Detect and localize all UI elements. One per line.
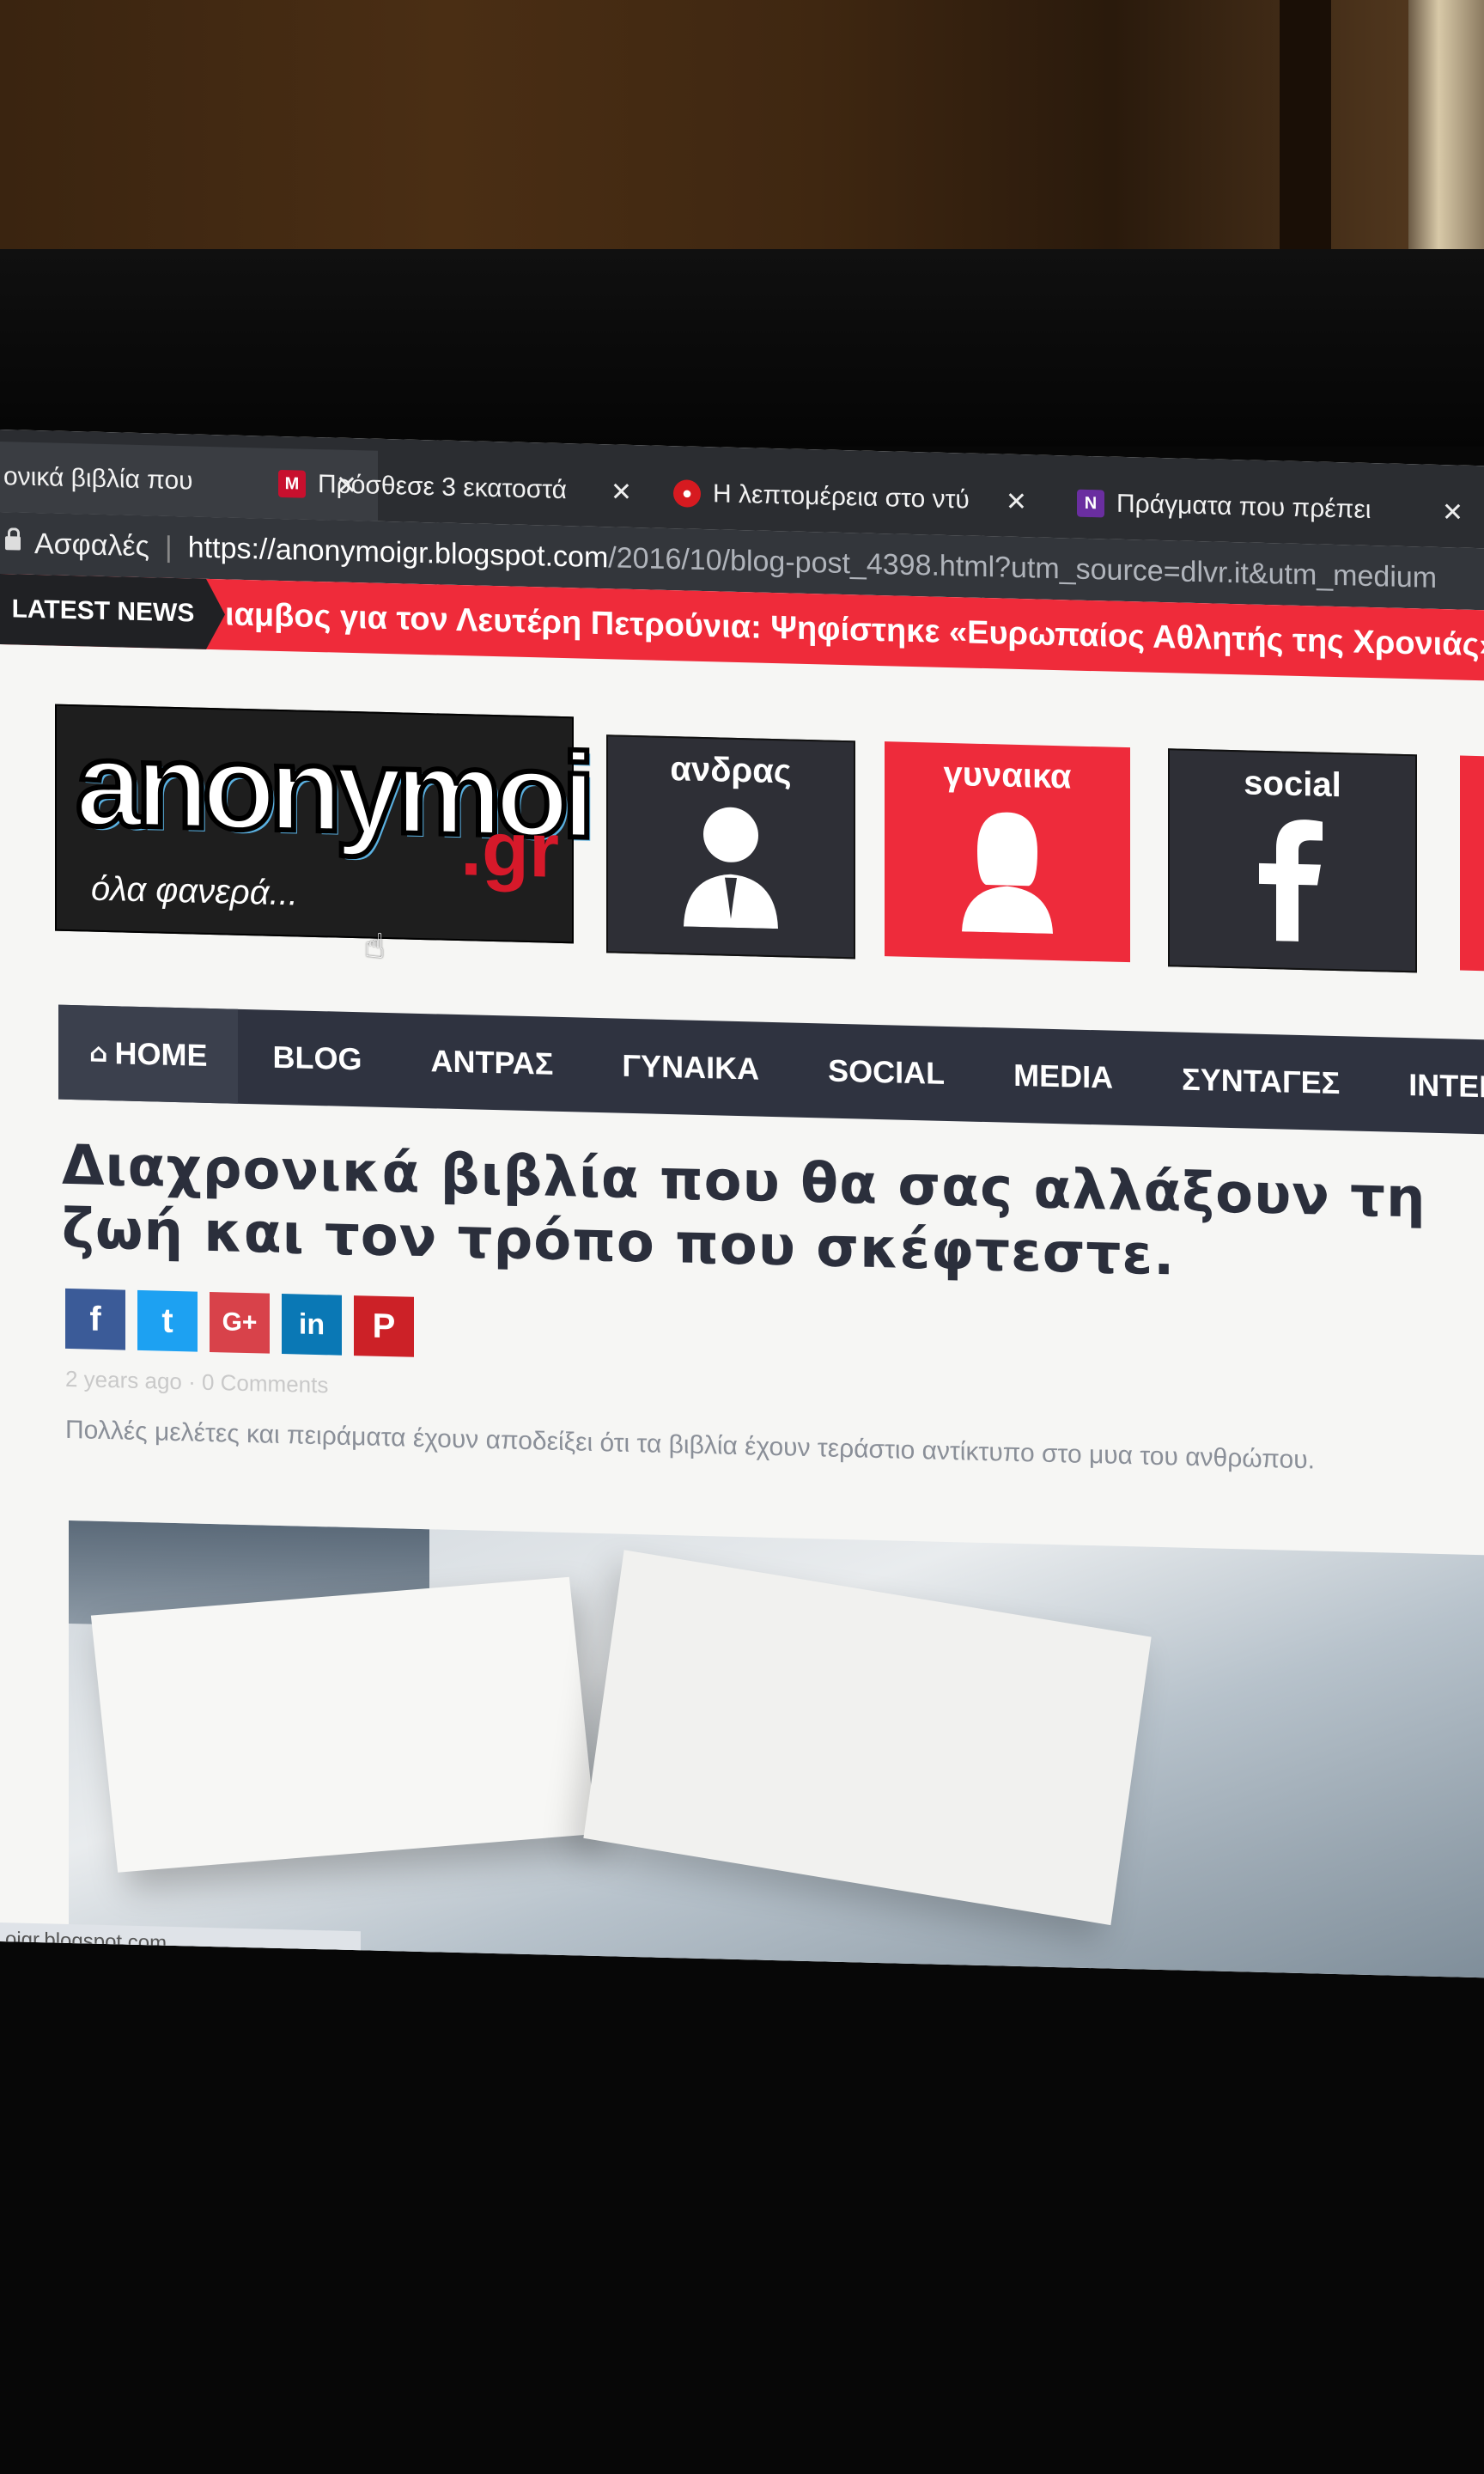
book-page-left xyxy=(90,1576,597,1873)
screen: ονικά βιβλία που ✕ M Πρόσθεσε 3 εκατοστά… xyxy=(0,430,1484,1978)
tab-title: Πράγματα που πρέπει xyxy=(1116,489,1371,525)
n-favicon-icon: N xyxy=(1077,489,1104,518)
close-icon[interactable]: ✕ xyxy=(611,477,632,508)
address-separator: | xyxy=(164,530,173,564)
category-partial[interactable] xyxy=(1460,755,1484,972)
main-nav: ⌂ HOME BLOG ΑΝΤΡΑΣ ΓΥΝΑΙΚΑ SOCIAL MEDIA … xyxy=(58,1004,1484,1136)
google-plus-share-button[interactable]: G+ xyxy=(210,1291,270,1354)
monitor-bezel-top xyxy=(0,249,1484,447)
nav-home[interactable]: ⌂ HOME xyxy=(58,1004,239,1104)
category-label: γυναικα xyxy=(943,754,1072,796)
web-page: LATEST NEWS ιαμβος για τον Λευτέρη Πετρο… xyxy=(0,574,1484,1978)
tab[interactable]: ● Η λεπτομέρεια στο ντύ ✕ xyxy=(653,458,1048,538)
nav-men[interactable]: ΑΝΤΡΑΣ xyxy=(396,1013,587,1112)
close-icon[interactable]: ✕ xyxy=(1006,486,1027,517)
article-meta: 2 years ago · 0 Comments xyxy=(65,1365,329,1398)
nav-women[interactable]: ΓΥΝΑΙΚΑ xyxy=(587,1018,794,1118)
category-label: social xyxy=(1244,764,1341,805)
tab-title: Η λεπτομέρεια στο ντύ xyxy=(713,479,970,515)
nav-recipes[interactable]: ΣΥΝΤΑΓΕΣ xyxy=(1147,1032,1374,1131)
pinterest-share-button[interactable]: P xyxy=(354,1295,414,1357)
category-social[interactable]: social xyxy=(1168,748,1417,973)
nav-internet[interactable]: INTERNET xyxy=(1374,1037,1484,1136)
nav-media[interactable]: MEDIA xyxy=(979,1027,1147,1126)
hand-cursor-icon: ☝ xyxy=(364,926,386,966)
tab[interactable]: N Πράγματα που πρέπει ✕ xyxy=(1056,467,1484,548)
nav-label: HOME xyxy=(114,1035,208,1073)
category-label: ανδρας xyxy=(670,750,792,791)
room-wall xyxy=(0,0,1484,283)
logo-tagline: όλα φανερά... xyxy=(91,869,298,913)
twitter-share-button[interactable]: t xyxy=(137,1289,198,1352)
close-icon[interactable]: ✕ xyxy=(1442,497,1463,528)
magazine-icon: M xyxy=(278,469,306,498)
room-frame xyxy=(1408,0,1484,292)
logo-domain: .gr xyxy=(460,806,560,894)
tab-title: Πρόσθεσε 3 εκατοστά xyxy=(318,470,567,505)
article-hero-image xyxy=(69,1520,1484,1978)
url-path: /2016/10/blog-post_4398.html?utm_source=… xyxy=(608,540,1438,594)
nav-social[interactable]: SOCIAL xyxy=(794,1023,979,1122)
article-title: Διαχρονικά βιβλία που θα σας αλλάξουν τη… xyxy=(62,1133,1426,1289)
home-icon: ⌂ xyxy=(89,1038,108,1069)
url-host: https://anonymoigr.blogspot.com xyxy=(187,530,609,574)
site-logo[interactable]: anonymoi .gr όλα φανερά... xyxy=(55,704,591,944)
ticker-label: LATEST NEWS xyxy=(0,574,206,649)
woman-icon xyxy=(952,802,1063,934)
linkedin-share-button[interactable]: in xyxy=(282,1294,342,1356)
share-buttons: f t G+ in P xyxy=(65,1288,414,1357)
tab[interactable]: M Πρόσθεσε 3 εκατοστά ✕ xyxy=(258,448,653,527)
facebook-icon xyxy=(1245,811,1340,942)
nav-blog[interactable]: BLOG xyxy=(238,1009,396,1107)
man-icon xyxy=(675,797,787,929)
circle-logo-icon: ● xyxy=(673,479,701,508)
security-label: Ασφαλές xyxy=(34,527,149,563)
article-excerpt: Πολλές μελέτες και πειράματα έχουν αποδε… xyxy=(65,1415,1315,1475)
room-door xyxy=(1280,0,1331,283)
category-woman[interactable]: γυναικα xyxy=(885,741,1130,963)
category-man[interactable]: ανδρας xyxy=(606,734,855,960)
facebook-share-button[interactable]: f xyxy=(65,1288,125,1350)
book-page-right xyxy=(583,1550,1152,1926)
lock-icon xyxy=(5,536,21,551)
